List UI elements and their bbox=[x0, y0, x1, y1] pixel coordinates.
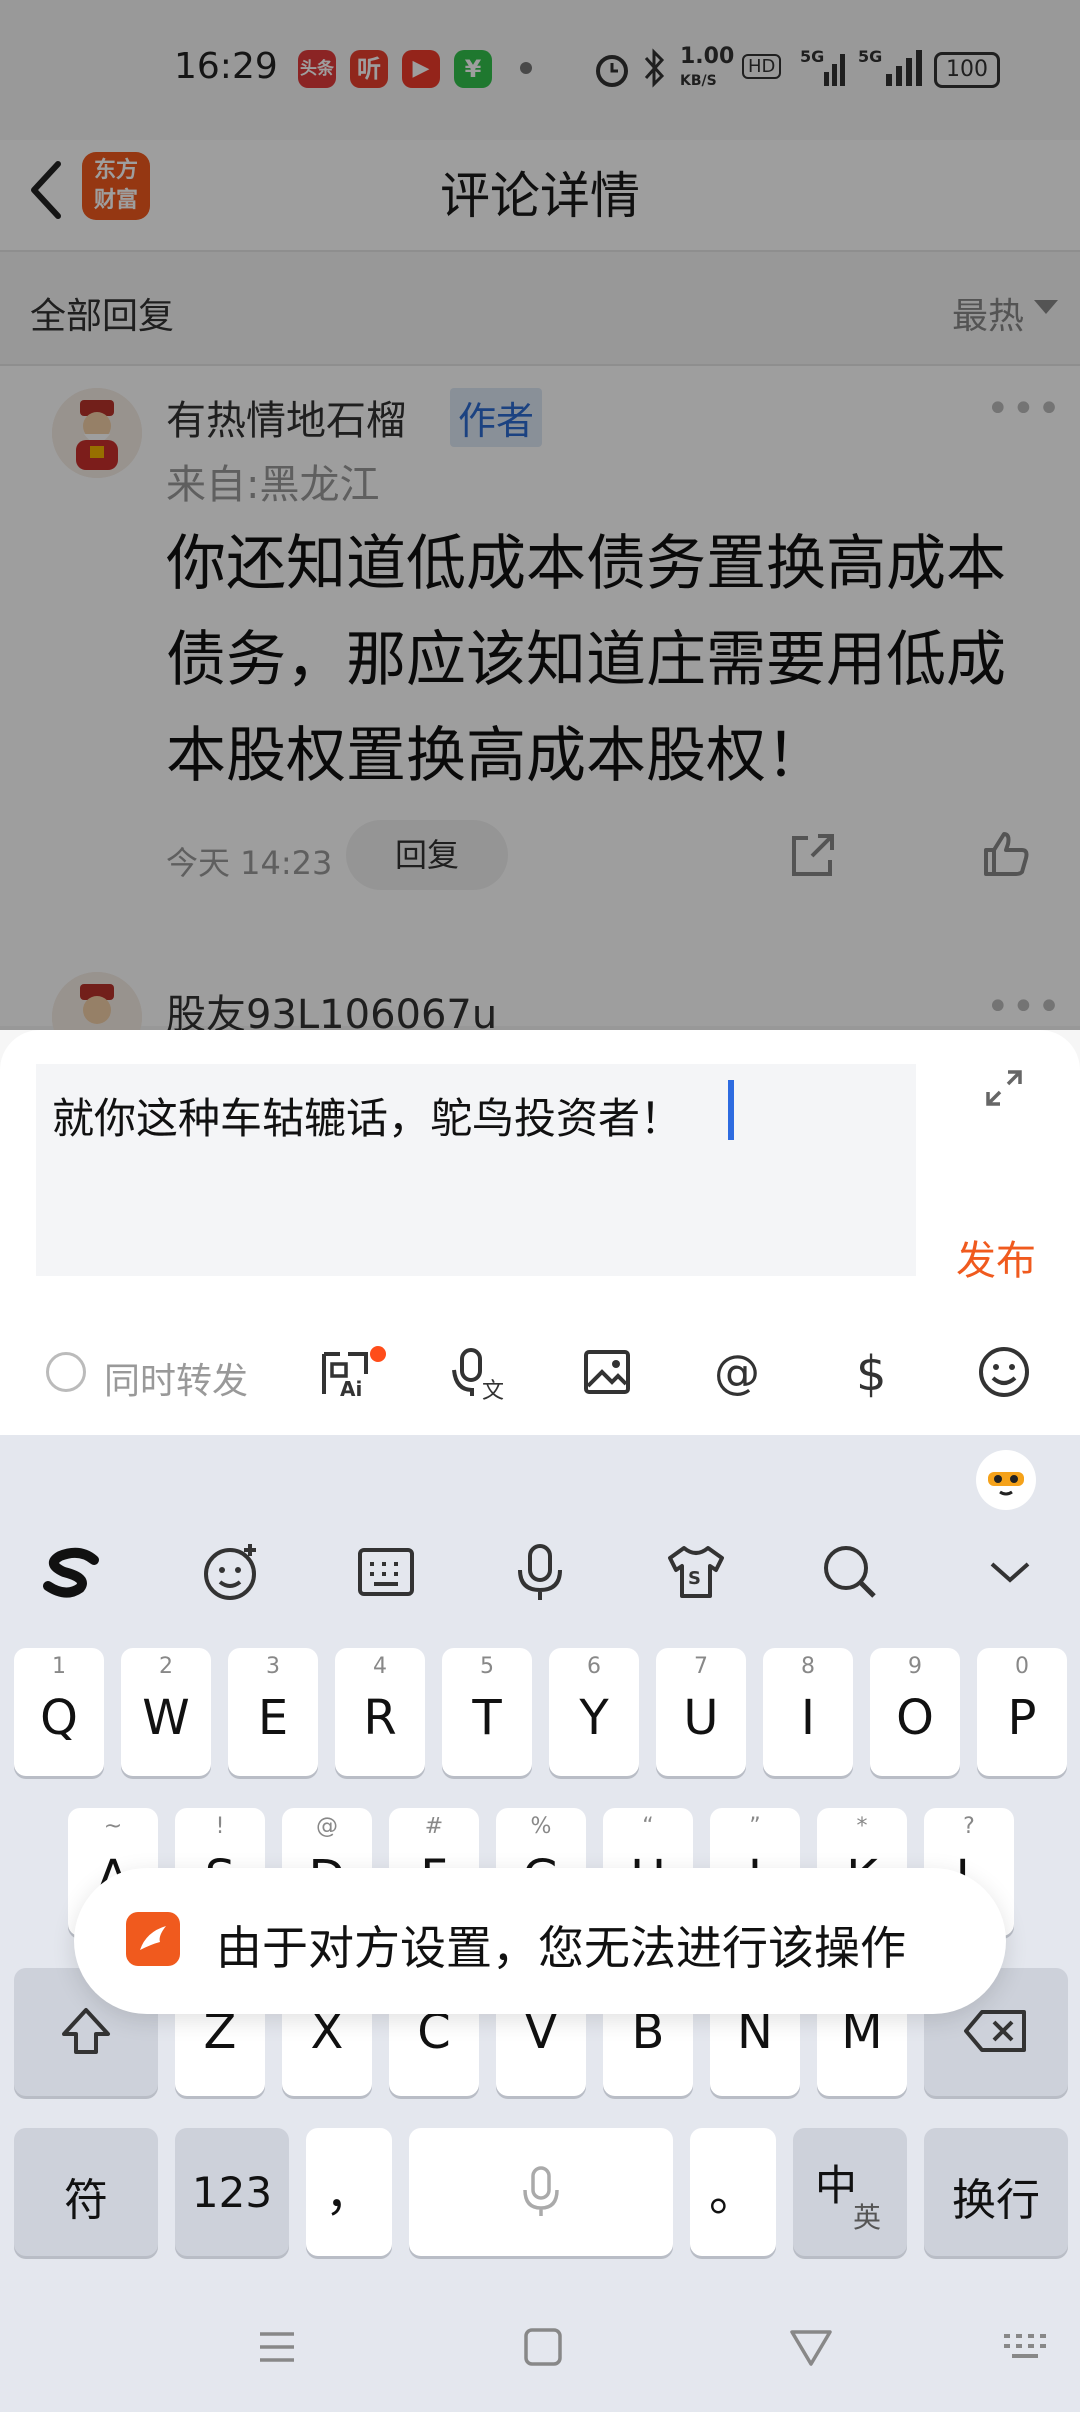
svg-text:S: S bbox=[688, 1568, 701, 1589]
search-icon[interactable] bbox=[818, 1540, 882, 1604]
menu-icon[interactable] bbox=[252, 2322, 302, 2372]
image-icon[interactable] bbox=[580, 1344, 636, 1400]
dollar-icon[interactable]: $ bbox=[844, 1344, 900, 1400]
symbols-key[interactable]: 符 bbox=[14, 2128, 158, 2256]
at-icon[interactable]: @ bbox=[712, 1344, 768, 1400]
repost-label: 同时转发 bbox=[104, 1361, 249, 1402]
svg-text:@: @ bbox=[714, 1345, 760, 1399]
emoji-icon[interactable] bbox=[976, 1344, 1032, 1400]
keyboard-icon[interactable] bbox=[354, 1540, 418, 1604]
reply-input-value[interactable]: 就你这种车轱辘话，鸵鸟投资者！ bbox=[52, 1085, 682, 1146]
numbers-key[interactable]: 123 bbox=[175, 2128, 289, 2256]
key-r[interactable]: 4R bbox=[335, 1648, 425, 1776]
space-key[interactable] bbox=[409, 2128, 673, 2256]
repost-checkbox[interactable] bbox=[46, 1352, 86, 1392]
key-y[interactable]: 6Y bbox=[549, 1648, 639, 1776]
key-q[interactable]: 1Q bbox=[14, 1648, 104, 1776]
key-u[interactable]: 7U bbox=[656, 1648, 746, 1776]
key-o[interactable]: 9O bbox=[870, 1648, 960, 1776]
keyboard-mascot-icon[interactable] bbox=[976, 1450, 1036, 1510]
chevron-down-icon[interactable] bbox=[978, 1540, 1042, 1604]
svg-text:$: $ bbox=[856, 1346, 887, 1400]
emoji-plus-icon[interactable] bbox=[200, 1540, 264, 1604]
key-t[interactable]: 5T bbox=[442, 1648, 532, 1776]
back-triangle-icon[interactable] bbox=[786, 2322, 836, 2372]
key-p[interactable]: 0P bbox=[977, 1648, 1067, 1776]
keyboard-hide-icon[interactable] bbox=[1000, 2322, 1050, 2372]
publish-button[interactable]: 发布 bbox=[956, 1228, 1036, 1286]
space-mic-icon bbox=[523, 2166, 559, 2216]
period-key[interactable]: 。 bbox=[690, 2128, 776, 2256]
key-w[interactable]: 2W bbox=[121, 1648, 211, 1776]
modal-backdrop[interactable] bbox=[0, 0, 1080, 1030]
new-badge-dot bbox=[370, 1346, 386, 1362]
home-square-icon[interactable] bbox=[518, 2322, 568, 2372]
key-e[interactable]: 3E bbox=[228, 1648, 318, 1776]
text-cursor bbox=[728, 1080, 734, 1140]
eastmoney-toast-icon bbox=[126, 1912, 180, 1966]
sogou-logo-icon[interactable] bbox=[40, 1540, 104, 1604]
ai-question-icon[interactable]: Ai bbox=[318, 1344, 374, 1400]
expand-icon[interactable] bbox=[982, 1066, 1026, 1110]
tshirt-skin-icon[interactable]: S bbox=[664, 1540, 728, 1604]
key-i[interactable]: 8I bbox=[763, 1648, 853, 1776]
svg-text:文: 文 bbox=[482, 1379, 504, 1400]
comma-key[interactable]: ， bbox=[306, 2128, 392, 2256]
shift-arrow-icon bbox=[62, 2008, 110, 2054]
language-switch-key[interactable]: 中 英 bbox=[793, 2128, 907, 2256]
toast-message: 由于对方设置，您无法进行该操作 bbox=[216, 1921, 906, 1975]
enter-key[interactable]: 换行 bbox=[924, 2128, 1068, 2256]
microphone-icon[interactable] bbox=[508, 1540, 572, 1604]
svg-text:Ai: Ai bbox=[340, 1377, 362, 1400]
voice-to-text-icon[interactable]: 文 bbox=[450, 1344, 506, 1400]
backspace-icon bbox=[964, 2010, 1026, 2052]
